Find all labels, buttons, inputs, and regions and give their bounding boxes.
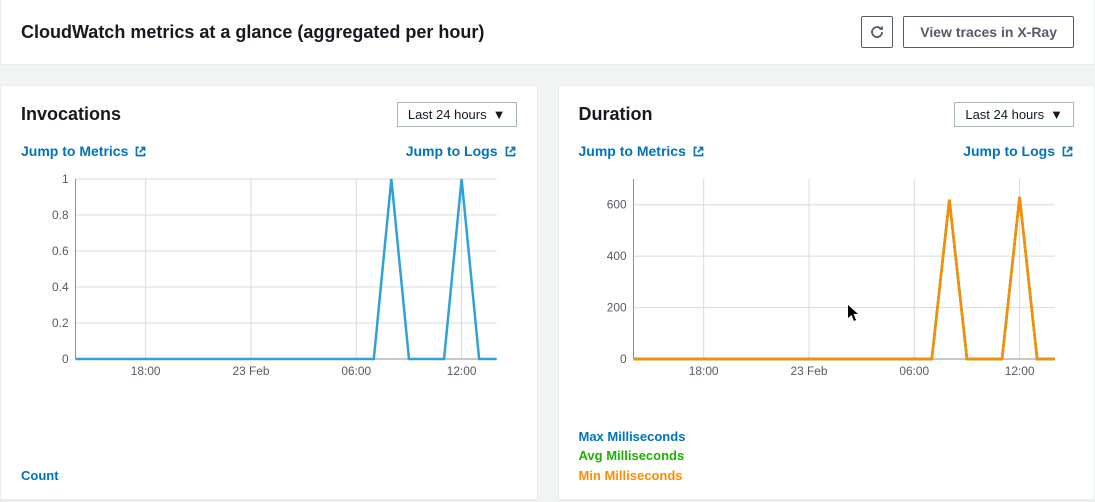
jump-metrics-label: Jump to Metrics [579, 143, 686, 159]
chevron-down-icon: ▼ [493, 107, 506, 122]
page-title: CloudWatch metrics at a glance (aggregat… [21, 22, 484, 43]
svg-text:1: 1 [62, 172, 69, 186]
jump-logs-label: Jump to Logs [406, 143, 498, 159]
svg-text:06:00: 06:00 [341, 364, 371, 378]
header-bar: CloudWatch metrics at a glance (aggregat… [0, 0, 1095, 65]
svg-text:18:00: 18:00 [688, 364, 718, 378]
external-link-icon [692, 145, 705, 158]
invocations-legend: Count [21, 466, 517, 486]
header-actions: View traces in X-Ray [861, 16, 1074, 48]
svg-text:400: 400 [606, 249, 626, 263]
panel-duration: Duration Last 24 hours ▼ Jump to Metrics… [558, 85, 1095, 500]
legend-item-count: Count [21, 466, 517, 486]
svg-text:0.4: 0.4 [52, 280, 69, 294]
svg-text:0.6: 0.6 [52, 244, 69, 258]
jump-to-metrics-link[interactable]: Jump to Metrics [21, 143, 147, 159]
time-range-dropdown-invocations[interactable]: Last 24 hours ▼ [397, 102, 517, 127]
svg-text:600: 600 [606, 198, 626, 212]
svg-text:12:00: 12:00 [1004, 364, 1034, 378]
external-link-icon [134, 145, 147, 158]
invocations-chart: 0 0.2 0.4 0.6 0.8 1 18:00 23 Feb 06:00 1… [21, 169, 517, 458]
panel-title-invocations: Invocations [21, 104, 121, 125]
refresh-button[interactable] [861, 16, 893, 48]
panel-invocations: Invocations Last 24 hours ▼ Jump to Metr… [0, 85, 538, 500]
legend-item-max: Max Milliseconds [579, 427, 1075, 447]
jump-logs-label: Jump to Logs [963, 143, 1055, 159]
svg-text:0: 0 [619, 352, 626, 366]
view-traces-button[interactable]: View traces in X-Ray [903, 16, 1074, 48]
svg-text:0.8: 0.8 [52, 208, 69, 222]
legend-item-avg: Avg Milliseconds [579, 446, 1075, 466]
external-link-icon [504, 145, 517, 158]
chevron-down-icon: ▼ [1050, 107, 1063, 122]
svg-text:06:00: 06:00 [899, 364, 929, 378]
svg-text:12:00: 12:00 [447, 364, 477, 378]
jump-metrics-label: Jump to Metrics [21, 143, 128, 159]
time-range-label: Last 24 hours [408, 107, 487, 122]
legend-item-min: Min Milliseconds [579, 466, 1075, 486]
jump-to-logs-link[interactable]: Jump to Logs [406, 143, 517, 159]
duration-chart: 0 200 400 600 18:00 23 Feb 06:00 12:00 [579, 169, 1075, 419]
external-link-icon [1061, 145, 1074, 158]
svg-text:200: 200 [606, 301, 626, 315]
svg-text:23 Feb: 23 Feb [233, 364, 270, 378]
jump-to-logs-link[interactable]: Jump to Logs [963, 143, 1074, 159]
svg-text:0: 0 [62, 352, 69, 366]
jump-to-metrics-link[interactable]: Jump to Metrics [579, 143, 705, 159]
svg-text:0.2: 0.2 [52, 316, 69, 330]
svg-text:18:00: 18:00 [131, 364, 161, 378]
svg-text:23 Feb: 23 Feb [790, 364, 827, 378]
panels-row: Invocations Last 24 hours ▼ Jump to Metr… [0, 65, 1095, 500]
duration-legend: Max Milliseconds Avg Milliseconds Min Mi… [579, 427, 1075, 486]
panel-title-duration: Duration [579, 104, 653, 125]
refresh-icon [869, 24, 885, 40]
time-range-dropdown-duration[interactable]: Last 24 hours ▼ [954, 102, 1074, 127]
time-range-label: Last 24 hours [965, 107, 1044, 122]
